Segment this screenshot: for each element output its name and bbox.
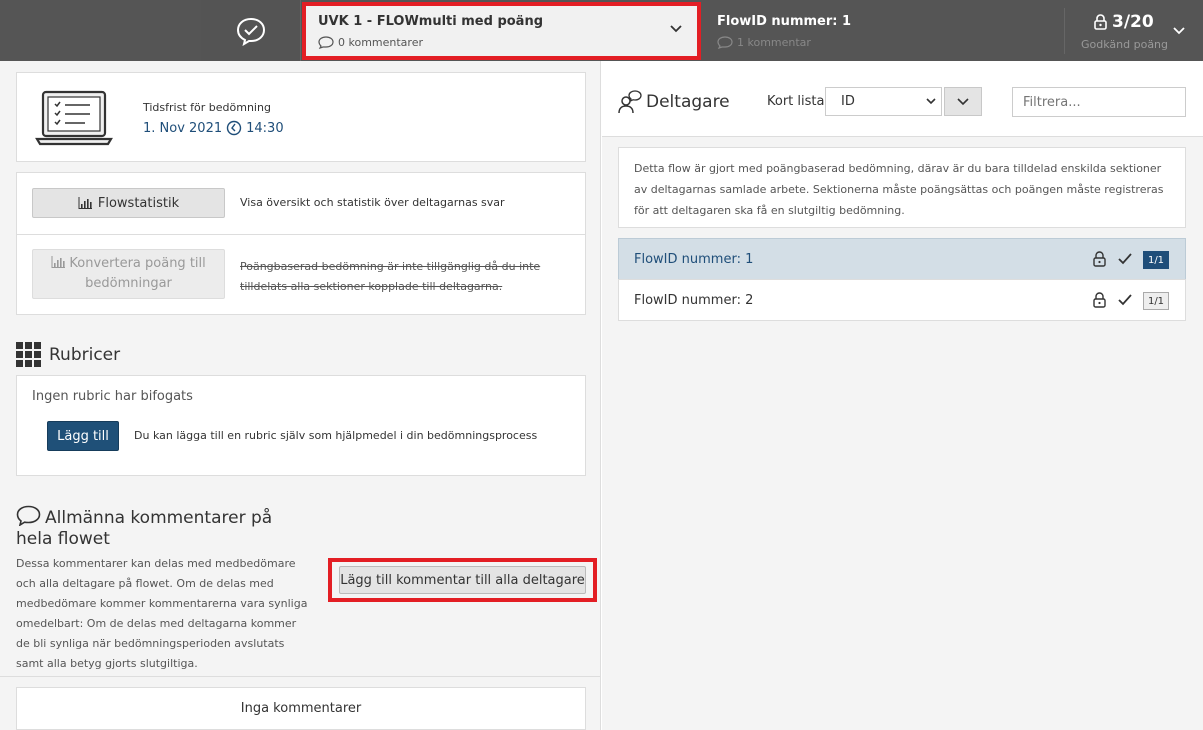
add-rubric-button[interactable]: Lägg till [47,421,119,451]
sort-select[interactable]: ID [825,87,942,116]
sort-label: Kort lista [767,94,825,109]
chevron-down-icon[interactable] [1172,26,1186,36]
participants-title-text: Deltagare [646,92,730,112]
participant-score-badge: 1/1 [1143,251,1169,269]
laptop-checklist-icon [35,90,113,146]
deadline-time: 14:30 [246,120,284,136]
convert-points-text: Konvertera poäng till bedömningar [69,256,206,291]
score-value: 3/20 [1112,12,1154,32]
check-icon [1118,294,1132,306]
convert-points-description: Poängbaserad bedömning är inte tillgängl… [240,260,541,293]
convert-points-label: Konvertera poäng till bedömningar [33,254,224,294]
current-flowid: FlowID nummer: 1 [717,14,852,29]
rubric-card: Ingen rubric har bifogats Lägg till Du k… [16,375,586,476]
sort-value: ID [841,94,855,109]
comment-icon [717,36,733,49]
comment-icon [16,505,41,526]
filter-input[interactable] [1012,87,1186,117]
participant-row[interactable]: FlowID nummer: 2 1/1 [618,279,1186,321]
divider [1064,8,1065,54]
current-comments: 1 kommentar [717,36,811,49]
participant-score-badge: 1/1 [1143,292,1169,310]
rubric-empty-text: Ingen rubric har bifogats [32,389,193,404]
deadline-label: Tidsfrist för bedömning [143,101,271,114]
user-comment-icon [618,90,642,114]
no-comments-box: Inga kommentarer [16,687,586,730]
general-comments-description: Dessa kommentarer kan delas med medbedöm… [16,557,308,670]
rubric-heading-text: Rubricer [49,344,121,365]
deadline-card: Tidsfrist för bedömning 1. Nov 2021 14:3… [16,72,586,162]
add-comment-all-button[interactable]: Lägg till kommentar till alla deltagare [339,566,586,594]
add-rubric-description: Du kan lägga till en rubric själv som hj… [134,429,538,442]
chevron-down-icon [670,25,682,33]
points-info-card: Detta flow är gjort med poängbaserad bed… [618,147,1186,228]
chat-toggle-button[interactable] [201,0,301,61]
divider [0,676,601,677]
flow-selector-dropdown[interactable]: UVK 1 - FLOWmulti med poäng 0 kommentare… [302,2,701,60]
flow-comments-label: 0 kommentarer [338,36,423,49]
participant-row[interactable]: FlowID nummer: 1 1/1 [618,238,1186,280]
check-icon [1118,253,1132,265]
flowstatistics-button[interactable]: Flowstatistik [32,188,225,218]
clock-icon [226,120,242,136]
participant-name: FlowID nummer: 1 [634,252,754,267]
current-comments-label: 1 kommentar [737,36,811,49]
participants-list: FlowID nummer: 1 1/1 FlowID nummer: 2 1/… [618,238,1186,321]
comment-icon [318,36,334,49]
grid-icon [16,342,41,367]
participant-name: FlowID nummer: 2 [634,293,754,308]
chevron-down-icon [957,97,969,105]
bar-chart-icon [78,197,92,209]
no-comments-text: Inga kommentarer [240,701,362,716]
flowstatistics-description: Visa översikt och statistik över deltaga… [240,196,505,209]
divider [17,234,585,235]
convert-points-button[interactable]: Konvertera poäng till bedömningar [32,249,225,299]
sort-direction-button[interactable] [944,87,982,116]
score-display[interactable]: 3/20 [1094,12,1154,32]
top-bar: UVK 1 - FLOWmulti med poäng 0 kommentare… [0,0,1203,61]
flowstatistics-label: Flowstatistik [97,195,180,211]
statistics-card: Flowstatistik Visa översikt och statisti… [16,172,586,315]
bar-chart-icon [51,256,66,268]
score-label: Godkänd poäng [1081,38,1169,51]
left-panel: Tidsfrist för bedömning 1. Nov 2021 14:3… [0,61,601,730]
deadline-date: 1. Nov 2021 [143,120,223,136]
lock-icon [1094,14,1107,30]
chat-check-icon [236,17,265,46]
general-comments-heading-text: Allmänna kommentarer på hela flowet [16,508,273,549]
flow-title: UVK 1 - FLOWmulti med poäng [318,14,544,29]
lock-icon [1093,251,1106,267]
flow-comments-count: 0 kommentarer [318,36,423,49]
chevron-down-icon [926,98,936,105]
lock-icon [1093,292,1106,308]
participants-title: Deltagare [618,90,730,114]
add-comment-highlight: Lägg till kommentar till alla deltagare [328,558,597,602]
rubric-heading: Rubricer [16,342,120,367]
right-panel: Deltagare Kort lista ID Detta flow är gj… [602,61,1203,730]
general-comments-heading: Allmänna kommentarer på hela flowet [16,505,306,550]
participants-header: Deltagare Kort lista ID [602,61,1203,137]
deadline-datetime: 1. Nov 2021 14:30 [143,120,284,136]
